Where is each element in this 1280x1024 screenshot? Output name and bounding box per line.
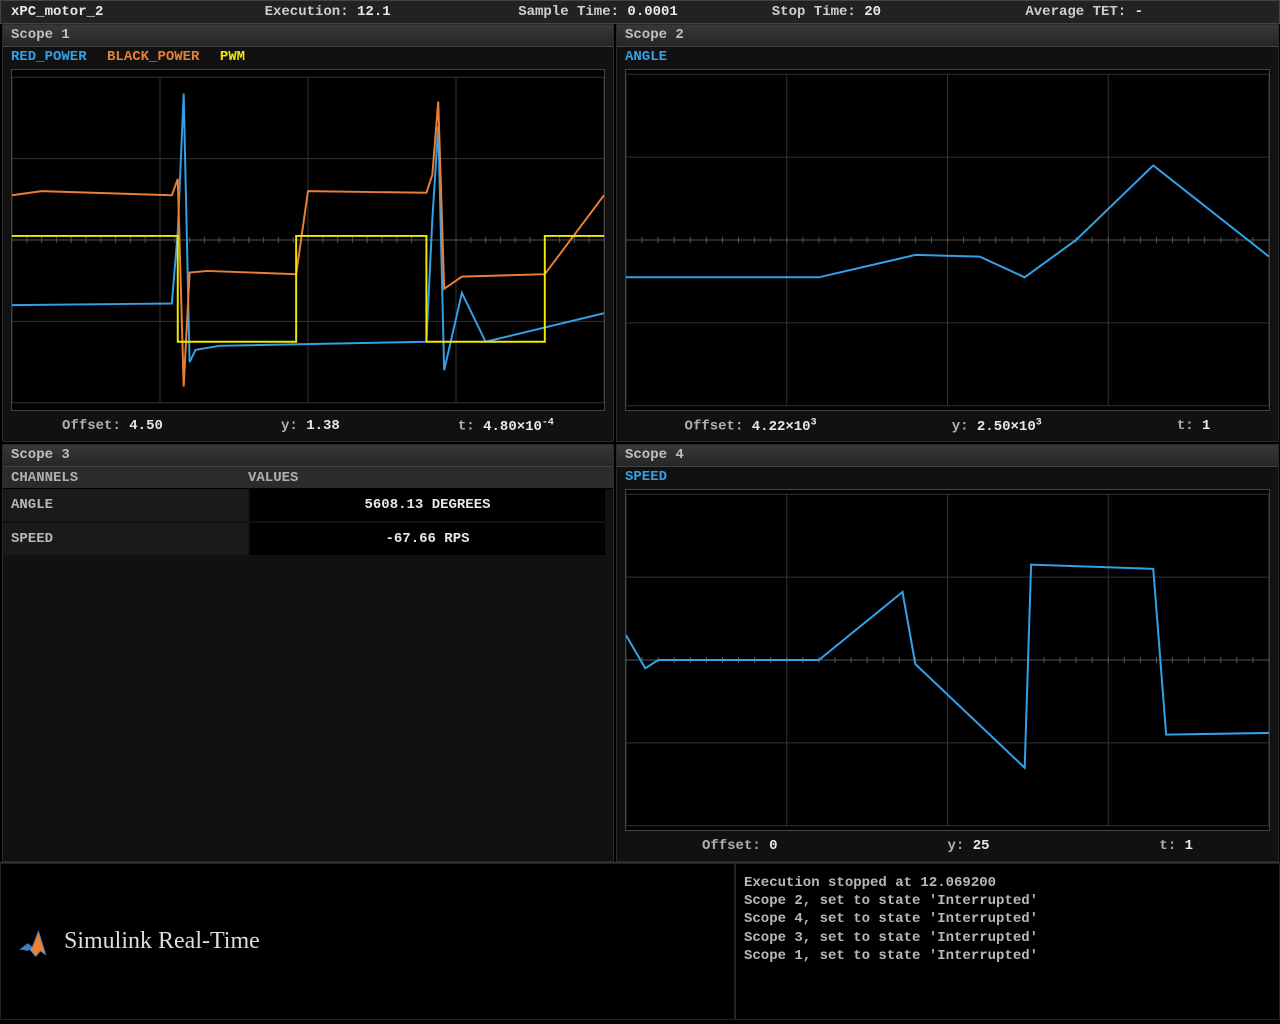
scope-1-panel: Scope 1 RED_POWER BLACK_POWER PWM Offset… xyxy=(2,24,614,442)
scope-2-plot[interactable] xyxy=(625,69,1270,411)
channel-value: -67.66 RPS xyxy=(250,523,605,555)
event-log: Execution stopped at 12.069200 Scope 2, … xyxy=(735,863,1280,1020)
matlab-icon xyxy=(16,924,52,960)
scope-2-axis: Offset: 4.22×103 y: 2.50×103 t: 1 xyxy=(617,411,1278,441)
scope-2-panel: Scope 2 ANGLE Offset: 4.22×103 y: 2.50×1… xyxy=(616,24,1279,442)
logo-text: Simulink Real-Time xyxy=(64,928,260,955)
scope-4-legend: SPEED xyxy=(617,467,1278,489)
legend-angle: ANGLE xyxy=(625,49,667,65)
scope-4-panel: Scope 4 SPEED Offset: 0 y: 25 t: 1 xyxy=(616,444,1279,862)
scope-4-title: Scope 4 xyxy=(617,445,1278,467)
channel-name: SPEED xyxy=(3,523,248,555)
scope-1-axis: Offset: 4.50 y: 1.38 t: 4.80×10-4 xyxy=(3,411,613,441)
log-line: Scope 4, set to state 'Interrupted' xyxy=(744,910,1271,928)
table-row: ANGLE 5608.13 DEGREES xyxy=(3,489,613,521)
model-name: xPC_motor_2 xyxy=(11,4,255,20)
average-tet: Average TET: - xyxy=(1025,4,1269,20)
sample-time: Sample Time: 0.0001 xyxy=(518,4,762,20)
scope-1-legend: RED_POWER BLACK_POWER PWM xyxy=(3,47,613,69)
execution-time: Execution: 12.1 xyxy=(265,4,509,20)
scope-1-title: Scope 1 xyxy=(3,25,613,47)
log-line: Scope 1, set to state 'Interrupted' xyxy=(744,947,1271,965)
values-header: VALUES xyxy=(248,470,298,486)
stop-time: Stop Time: 20 xyxy=(772,4,1016,20)
log-line: Scope 3, set to state 'Interrupted' xyxy=(744,929,1271,947)
scope-1-plot[interactable] xyxy=(11,69,605,411)
table-row: SPEED -67.66 RPS xyxy=(3,523,613,555)
scope-2-title: Scope 2 xyxy=(617,25,1278,47)
channel-value: 5608.13 DEGREES xyxy=(250,489,605,521)
legend-speed: SPEED xyxy=(625,469,667,485)
scope-3-panel: Scope 3 CHANNELS VALUES ANGLE 5608.13 DE… xyxy=(2,444,614,862)
status-bar: xPC_motor_2 Execution: 12.1 Sample Time:… xyxy=(0,0,1280,24)
legend-pwm: PWM xyxy=(220,49,245,65)
scope-4-axis: Offset: 0 y: 25 t: 1 xyxy=(617,831,1278,861)
channel-name: ANGLE xyxy=(3,489,248,521)
scope-2-legend: ANGLE xyxy=(617,47,1278,69)
scope-3-title: Scope 3 xyxy=(3,445,613,467)
scope-4-plot[interactable] xyxy=(625,489,1270,831)
footer: Simulink Real-Time Execution stopped at … xyxy=(0,862,1280,1020)
legend-black-power: BLACK_POWER xyxy=(107,49,199,65)
log-line: Scope 2, set to state 'Interrupted' xyxy=(744,892,1271,910)
legend-red-power: RED_POWER xyxy=(11,49,87,65)
logo-area: Simulink Real-Time xyxy=(0,863,735,1020)
log-line: Execution stopped at 12.069200 xyxy=(744,874,1271,892)
scope-3-table-header: CHANNELS VALUES xyxy=(3,467,613,489)
channels-header: CHANNELS xyxy=(3,470,248,486)
